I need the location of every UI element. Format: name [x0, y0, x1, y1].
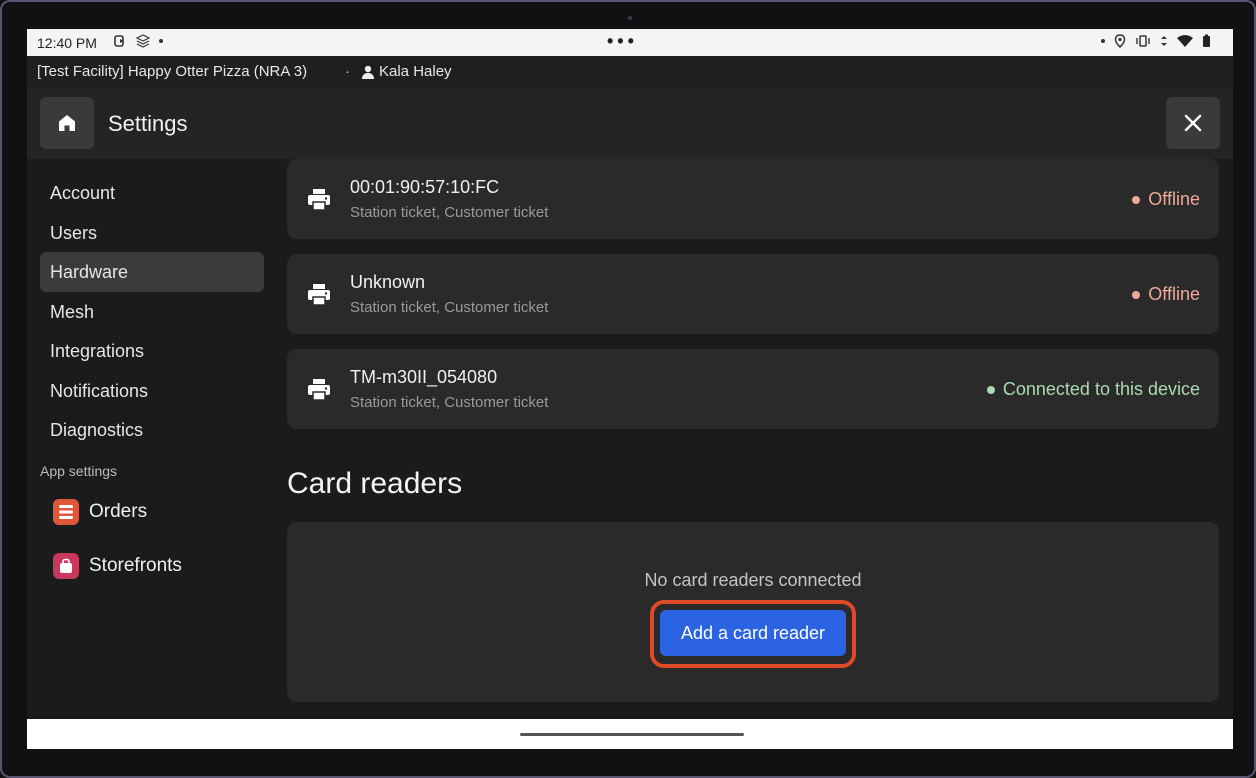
camera-icon [628, 16, 632, 20]
printer-status: Offline [1132, 189, 1200, 210]
printer-card[interactable]: TM-m30II_054080 Station ticket, Customer… [287, 349, 1219, 429]
printer-tickets: Station ticket, Customer ticket [350, 299, 549, 316]
storefronts-label: Storefronts [89, 555, 182, 576]
sidebar-item-diagnostics[interactable]: Diagnostics [40, 410, 264, 450]
printer-status-text: Offline [1148, 189, 1200, 209]
printer-status: Connected to this device [986, 379, 1200, 400]
sidebar-item-users[interactable]: Users [40, 213, 264, 253]
vibrate-icon [1136, 35, 1150, 47]
card-readers-empty-text: No card readers connected [644, 570, 862, 590]
printer-name: 00:01:90:57:10:FC [350, 177, 500, 197]
facility-name: [Test Facility] Happy Otter Pizza (NRA 3… [37, 63, 308, 80]
tap-icon [114, 35, 124, 47]
home-indicator[interactable] [520, 733, 744, 736]
printer-name: TM-m30II_054080 [350, 367, 498, 387]
status-dot-icon [1132, 290, 1141, 299]
card-readers-panel: No card readers connected Add a card rea… [287, 522, 1219, 702]
printer-tickets: Station ticket, Customer ticket [350, 204, 549, 221]
sidebar-item-hardware[interactable]: Hardware [40, 252, 264, 292]
card-readers-title: Card readers [287, 467, 463, 500]
current-user: Kala Haley [361, 63, 452, 80]
notification-dot-icon [159, 39, 163, 43]
status-icons-right [1101, 34, 1211, 48]
sidebar-item-notifications[interactable]: Notifications [40, 371, 264, 411]
battery-icon [1203, 34, 1210, 47]
printer-tickets: Station ticket, Customer ticket [350, 394, 549, 411]
screen: 12:40 PM ••• [Test Facility] Happy Otter… [27, 29, 1233, 749]
system-nav-bar [27, 719, 1233, 749]
data-arrows-icon [1161, 36, 1167, 46]
status-icons-left [113, 33, 163, 49]
printer-icon [308, 189, 330, 211]
app-header: Settings [27, 87, 1233, 159]
status-dot-icon [1132, 195, 1141, 204]
printer-status-text: Connected to this device [1002, 379, 1200, 399]
close-icon [1184, 114, 1202, 132]
printer-icon [308, 284, 330, 306]
wifi-icon [1177, 35, 1193, 47]
status-dot-icon [986, 385, 995, 394]
location-icon [1114, 34, 1126, 48]
sidebar-app-storefronts[interactable]: Storefronts [53, 553, 182, 579]
printer-card[interactable]: Unknown Station ticket, Customer ticket … [287, 254, 1219, 334]
device-bezel: 12:40 PM ••• [Test Facility] Happy Otter… [0, 0, 1256, 778]
status-bar: 12:40 PM ••• [27, 29, 1233, 56]
sidebar-app-orders[interactable]: Orders [53, 499, 147, 525]
close-button[interactable] [1166, 97, 1220, 149]
printer-name: Unknown [350, 272, 426, 292]
status-time: 12:40 PM [37, 35, 97, 51]
sidebar-item-account[interactable]: Account [40, 173, 264, 213]
user-icon [362, 65, 374, 79]
settings-sidebar: Account Users Hardware Mesh Integrations… [27, 159, 277, 719]
page-title: Settings [108, 111, 188, 136]
sidebar-item-mesh[interactable]: Mesh [40, 292, 264, 332]
printer-icon [308, 379, 330, 401]
multitask-dots[interactable]: ••• [607, 31, 638, 52]
storefronts-icon [53, 553, 79, 579]
sidebar-item-integrations[interactable]: Integrations [40, 331, 264, 371]
add-card-reader-button[interactable]: Add a card reader [660, 610, 846, 656]
facility-bar: [Test Facility] Happy Otter Pizza (NRA 3… [27, 56, 1233, 87]
orders-label: Orders [89, 501, 148, 522]
printer-status-text: Offline [1148, 284, 1200, 304]
orders-icon [53, 499, 79, 525]
hardware-content: 00:01:90:57:10:FC Station ticket, Custom… [287, 159, 1219, 719]
printer-status: Offline [1132, 284, 1200, 305]
printer-card[interactable]: 00:01:90:57:10:FC Station ticket, Custom… [287, 159, 1219, 239]
layers-icon [135, 34, 151, 48]
app-settings-label: App settings [40, 463, 118, 479]
notification-dot-icon [1101, 39, 1105, 43]
home-button[interactable] [40, 97, 94, 149]
facility-separator: · [345, 63, 350, 80]
home-icon [59, 115, 75, 131]
user-name: Kala Haley [379, 63, 452, 80]
